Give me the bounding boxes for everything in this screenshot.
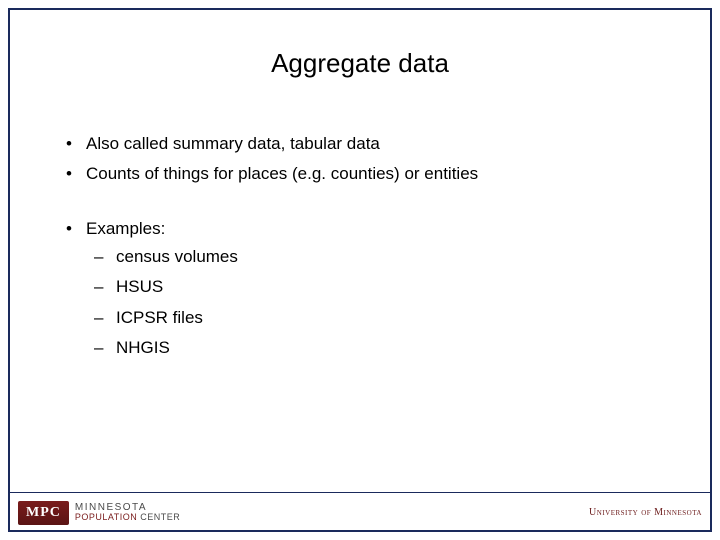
logo-right: University of Minnesota (589, 507, 702, 518)
bullet-item: Also called summary data, tabular data (58, 131, 662, 157)
mpc-logo-icon: MPC (18, 501, 69, 525)
sub-item: ICPSR files (86, 305, 662, 331)
sub-item: HSUS (86, 274, 662, 300)
sub-item: census volumes (86, 244, 662, 270)
logo-left: MPC MINNESOTA POPULATION CENTER (18, 501, 180, 525)
bullet-item-examples: Examples: census volumes HSUS ICPSR file… (58, 216, 662, 362)
mpc-line2b: CENTER (140, 512, 180, 522)
mpc-logo-text: MINNESOTA POPULATION CENTER (75, 503, 180, 522)
bullet-item: Counts of things for places (e.g. counti… (58, 161, 662, 187)
footer: MPC MINNESOTA POPULATION CENTER Universi… (8, 492, 712, 532)
mpc-line2: POPULATION CENTER (75, 513, 180, 522)
mpc-line2a: POPULATION (75, 512, 137, 522)
slide-title: Aggregate data (58, 48, 662, 79)
slide-content: Aggregate data Also called summary data,… (8, 8, 712, 492)
spacer (58, 192, 662, 216)
bullet-list: Also called summary data, tabular data C… (58, 131, 662, 361)
sub-list: census volumes HSUS ICPSR files NHGIS (86, 244, 662, 361)
examples-label: Examples: (86, 219, 165, 238)
sub-item: NHGIS (86, 335, 662, 361)
